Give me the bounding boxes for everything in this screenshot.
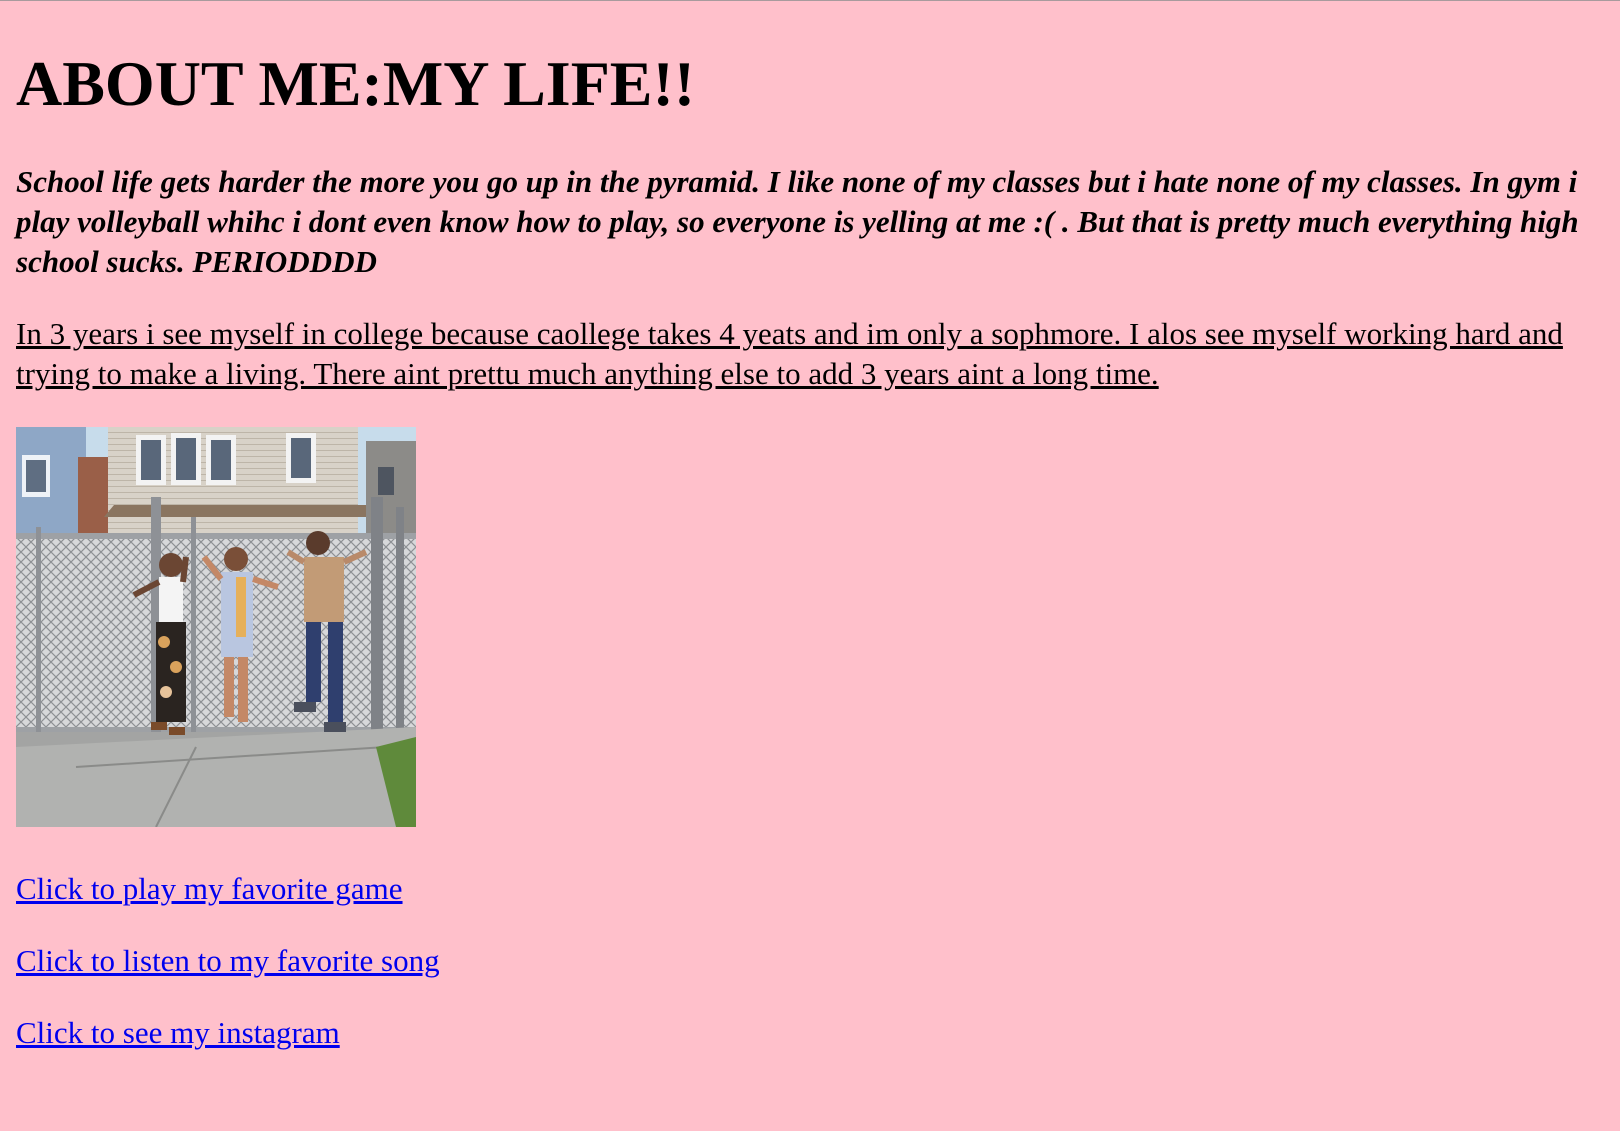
favorite-game-link[interactable]: Click to play my favorite game: [16, 869, 403, 909]
instagram-link[interactable]: Click to see my instagram: [16, 1013, 340, 1053]
favorite-song-link[interactable]: Click to listen to my favorite song: [16, 941, 440, 981]
school-life-paragraph: School life gets harder the more you go …: [16, 164, 1579, 279]
page-title: ABOUT ME:MY LIFE!!: [16, 48, 696, 119]
future-paragraph: In 3 years i see myself in college becau…: [16, 316, 1563, 391]
friends-photo: [16, 427, 416, 827]
friends-photo-illustration: [16, 427, 416, 827]
